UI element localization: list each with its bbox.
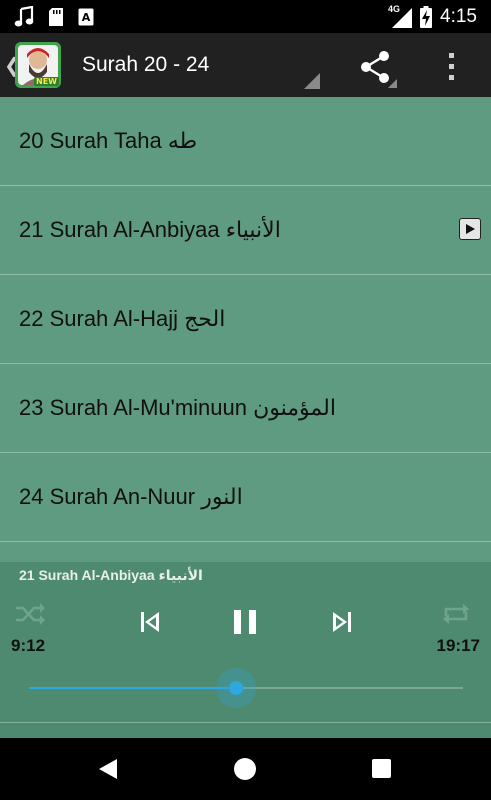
- title-dropdown-indicator: [304, 73, 320, 89]
- status-time: 4:15: [440, 5, 477, 27]
- action-bar: ❮ NEW Surah 20 - 24: [0, 33, 491, 97]
- nav-back-icon[interactable]: [97, 757, 119, 781]
- nav-home-icon[interactable]: [234, 758, 256, 780]
- seek-bar[interactable]: [29, 668, 463, 708]
- new-badge: NEW: [34, 77, 59, 86]
- svg-text:A: A: [82, 11, 91, 24]
- media-player: 21 Surah Al-Anbiyaa الأنبياء 9:12 19:17: [0, 562, 491, 738]
- page-title[interactable]: Surah 20 - 24: [82, 53, 209, 77]
- sd-card-icon: [49, 7, 63, 26]
- shuffle-icon[interactable]: [14, 602, 46, 626]
- nav-recents-icon[interactable]: [372, 759, 391, 778]
- navigation-bar: [0, 738, 491, 800]
- music-note-icon: [14, 5, 34, 26]
- now-playing-title: 21 Surah Al-Anbiyaa الأنبياء: [19, 567, 203, 583]
- keyboard-a-icon: A: [78, 8, 94, 25]
- seek-thumb[interactable]: [229, 681, 244, 695]
- battery-charging-icon: [420, 5, 433, 28]
- surah-label: 20 Surah Taha طه: [19, 128, 198, 153]
- play-icon: [466, 224, 475, 234]
- list-item[interactable]: 24 Surah An-Nuur النور: [0, 453, 491, 542]
- surah-label: 22 Surah Al-Hajj الحج: [19, 306, 226, 331]
- now-playing-indicator: [459, 218, 481, 240]
- signal-icon: [392, 8, 413, 28]
- list-item[interactable]: 23 Surah Al-Mu'minuun المؤمنون: [0, 364, 491, 453]
- previous-icon[interactable]: [138, 610, 162, 634]
- surah-label: 21 Surah Al-Anbiyaa الأنبياء: [19, 217, 281, 242]
- app-icon[interactable]: NEW: [15, 42, 61, 88]
- surah-label: 23 Surah Al-Mu'minuun المؤمنون: [19, 395, 336, 420]
- elapsed-time: 9:12: [11, 636, 46, 655]
- next-icon[interactable]: [330, 610, 354, 634]
- total-duration: 19:17: [436, 636, 480, 655]
- overflow-menu-icon[interactable]: [440, 47, 464, 87]
- player-divider: [0, 722, 491, 723]
- list-item[interactable]: 21 Surah Al-Anbiyaa الأنبياء: [0, 186, 491, 275]
- list-item[interactable]: 20 Surah Taha طه: [0, 97, 491, 186]
- status-bar: A 4G 4:15: [0, 0, 491, 33]
- share-dropdown-indicator: [388, 79, 397, 88]
- pause-icon[interactable]: [232, 609, 258, 635]
- list-item[interactable]: 22 Surah Al-Hajj الحج: [0, 275, 491, 364]
- surah-label: 24 Surah An-Nuur النور: [19, 484, 243, 509]
- surah-list: 20 Surah Taha طه 21 Surah Al-Anbiyaa الأ…: [0, 97, 491, 542]
- repeat-icon[interactable]: [441, 602, 471, 626]
- seek-progress: [29, 687, 237, 689]
